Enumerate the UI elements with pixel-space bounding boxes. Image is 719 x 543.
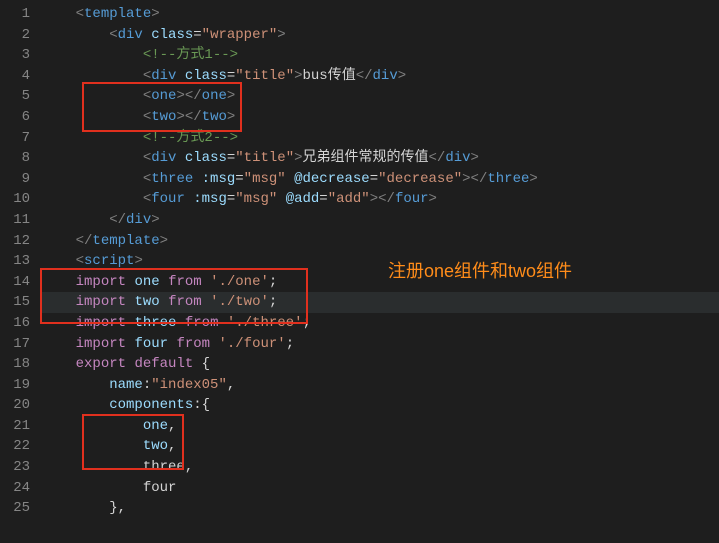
code-line[interactable]: import two from './two'; [42, 292, 719, 313]
line-number: 3 [8, 45, 30, 66]
code-line[interactable]: <one></one> [42, 86, 719, 107]
code-line[interactable]: }, [42, 498, 719, 519]
code-line[interactable]: <three :msg="msg" @decrease="decrease"><… [42, 169, 719, 190]
line-number: 23 [8, 457, 30, 478]
code-line[interactable]: name:"index05", [42, 375, 719, 396]
code-line[interactable]: two, [42, 436, 719, 457]
line-number: 7 [8, 128, 30, 149]
code-line[interactable]: </div> [42, 210, 719, 231]
line-number: 9 [8, 169, 30, 190]
line-number: 16 [8, 313, 30, 334]
code-line[interactable]: <script> [42, 251, 719, 272]
line-number: 5 [8, 86, 30, 107]
line-number: 1 [8, 4, 30, 25]
line-number: 19 [8, 375, 30, 396]
code-line[interactable]: </template> [42, 231, 719, 252]
line-number: 12 [8, 231, 30, 252]
code-line[interactable]: three, [42, 457, 719, 478]
code-line[interactable]: <div class="wrapper"> [42, 25, 719, 46]
code-line[interactable]: four [42, 478, 719, 499]
line-number: 14 [8, 272, 30, 293]
line-number: 17 [8, 334, 30, 355]
line-number: 2 [8, 25, 30, 46]
line-number: 4 [8, 66, 30, 87]
code-line[interactable]: <four :msg="msg" @add="add"></four> [42, 189, 719, 210]
line-number: 15 [8, 292, 30, 313]
code-line[interactable]: import four from './four'; [42, 334, 719, 355]
code-line[interactable]: <two></two> [42, 107, 719, 128]
line-number: 21 [8, 416, 30, 437]
line-number: 24 [8, 478, 30, 499]
code-line[interactable]: import one from './one'; [42, 272, 719, 293]
line-number: 25 [8, 498, 30, 519]
code-line[interactable]: components:{ [42, 395, 719, 416]
code-line[interactable]: <!--方式2--> [42, 128, 719, 149]
line-number-gutter: 1234567891011121314151617181920212223242… [0, 0, 42, 543]
code-line[interactable]: <div class="title">bus传值</div> [42, 66, 719, 87]
line-number: 11 [8, 210, 30, 231]
line-number: 8 [8, 148, 30, 169]
code-line[interactable]: import three from './three'; [42, 313, 719, 334]
line-number: 18 [8, 354, 30, 375]
code-line[interactable]: <div class="title">兄弟组件常规的传值</div> [42, 148, 719, 169]
line-number: 13 [8, 251, 30, 272]
code-line[interactable]: <template> [42, 4, 719, 25]
code-area[interactable]: <template> <div class="wrapper"> <!--方式1… [42, 0, 719, 543]
line-number: 10 [8, 189, 30, 210]
line-number: 22 [8, 436, 30, 457]
code-line[interactable]: <!--方式1--> [42, 45, 719, 66]
code-line[interactable]: export default { [42, 354, 719, 375]
code-editor[interactable]: 1234567891011121314151617181920212223242… [0, 0, 719, 543]
line-number: 6 [8, 107, 30, 128]
code-line[interactable]: one, [42, 416, 719, 437]
line-number: 20 [8, 395, 30, 416]
